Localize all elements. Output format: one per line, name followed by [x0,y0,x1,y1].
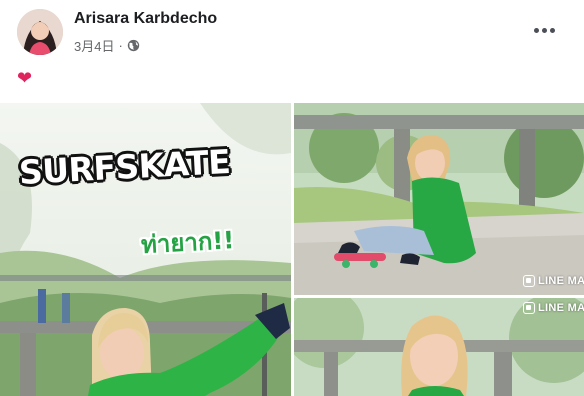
lineman-logo-icon [523,302,535,314]
ellipsis-icon [533,27,539,33]
globe-icon [127,39,139,52]
lineman-watermark-text: LINE MAN [538,302,584,314]
more-options-button[interactable] [527,20,561,40]
author-avatar[interactable] [17,9,63,55]
photo-bottom-right[interactable]: LINE MAN [294,298,584,396]
heart-icon: ❤ [17,68,33,88]
author-name[interactable]: Arisara Karbdecho [74,10,217,28]
thai-caption: ท่ายาก!! [140,226,235,259]
photo-main[interactable]: SURFSKATE ท่ายาก!! [0,103,291,396]
meta-separator: · [118,38,123,53]
lineman-watermark-text: LINE MAN [538,275,584,287]
lineman-watermark-top: LINE MAN [523,275,584,287]
post-date[interactable]: 3月4日 [74,36,114,55]
lineman-watermark-bottom: LINE MAN [523,302,584,314]
post-meta: 3月4日 · [74,36,140,55]
post-header: Arisara Karbdecho 3月4日 · ❤ [0,0,584,100]
photo-top-right[interactable]: LINE MAN [294,103,584,295]
lineman-logo-icon [523,275,535,287]
photo-grid: SURFSKATE ท่ายาก!! LINE MA LINE MA [0,100,584,396]
